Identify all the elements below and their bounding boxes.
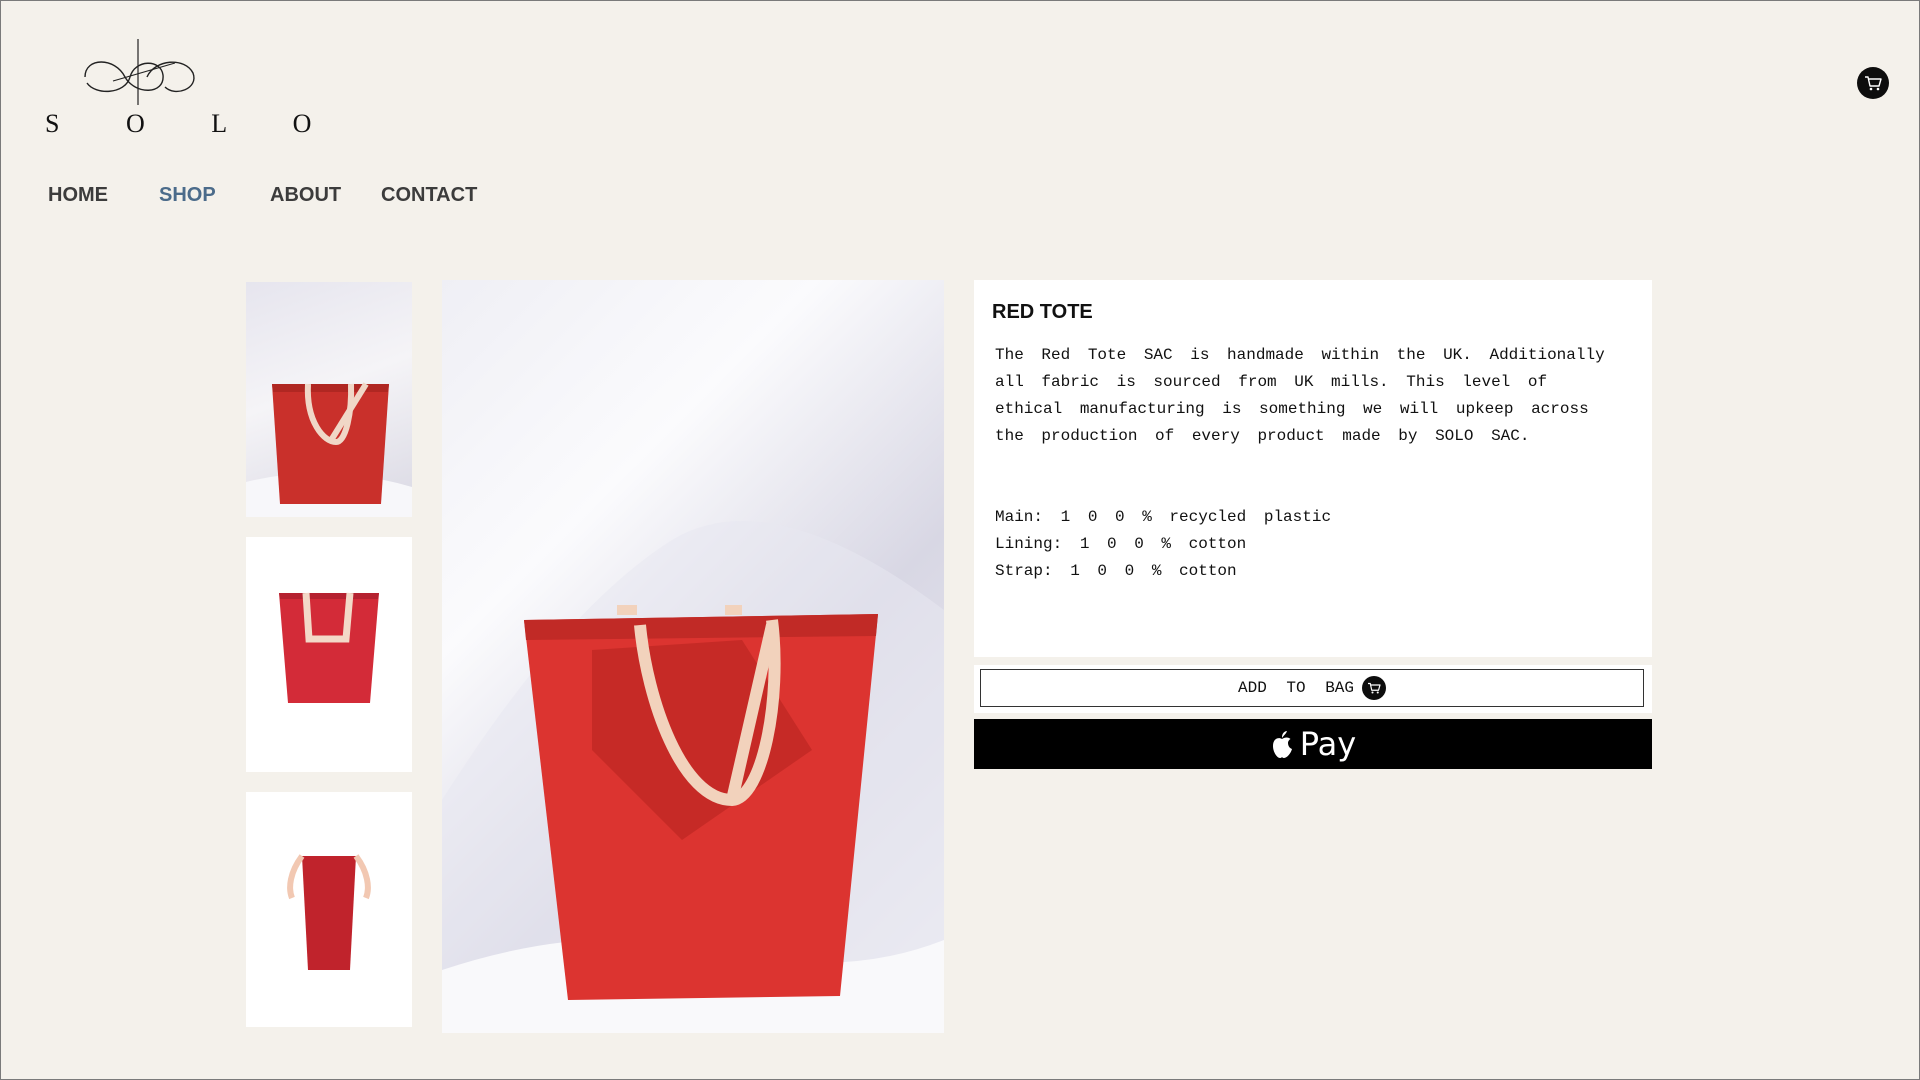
product-photo-thumb-1 [246, 382, 412, 517]
logo-mark-icon [84, 39, 195, 105]
product-thumbnail-2[interactable] [246, 537, 412, 772]
cart-icon [1362, 676, 1386, 700]
product-main-image [442, 280, 944, 1033]
nav-contact[interactable]: CONTACT [381, 184, 477, 207]
apple-pay-button[interactable]: Pay [974, 719, 1652, 769]
spec-strap: Strap: 1 0 0 % cotton [995, 562, 1237, 580]
product-title: RED TOTE [992, 301, 1093, 323]
spec-lining: Lining: 1 0 0 % cotton [995, 535, 1247, 553]
nav-shop[interactable]: SHOP [159, 184, 216, 207]
brand-logo[interactable]: S O L O [45, 37, 311, 147]
product-thumbnail-1[interactable] [246, 282, 412, 517]
product-photo-main [442, 521, 944, 1033]
cart-icon [1865, 76, 1882, 91]
add-to-bag-button[interactable]: ADD TO BAG [980, 669, 1644, 707]
logo-wordmark: S O L O [45, 109, 342, 138]
nav-home[interactable]: HOME [48, 184, 108, 207]
nav-about[interactable]: ABOUT [270, 184, 341, 207]
add-to-bag-label: ADD TO BAG [1237, 679, 1354, 697]
product-specs: Main: 1 0 0 % recycled plastic Lining: 1… [995, 504, 1331, 585]
spec-main: Main: 1 0 0 % recycled plastic [995, 508, 1332, 526]
cart-button[interactable] [1857, 67, 1889, 99]
product-description: The Red Tote SAC is handmade within the … [995, 346, 1605, 445]
product-info-panel: RED TOTE The Red Tote SAC is handmade wi… [974, 280, 1652, 657]
product-photo-thumb-3 [287, 854, 371, 970]
add-to-bag-container: ADD TO BAG [974, 665, 1652, 713]
product-thumbnail-3[interactable] [246, 792, 412, 1027]
apple-pay-label: Pay [1299, 725, 1357, 763]
apple-logo-icon [1272, 731, 1292, 758]
product-photo-thumb-2 [279, 592, 379, 703]
